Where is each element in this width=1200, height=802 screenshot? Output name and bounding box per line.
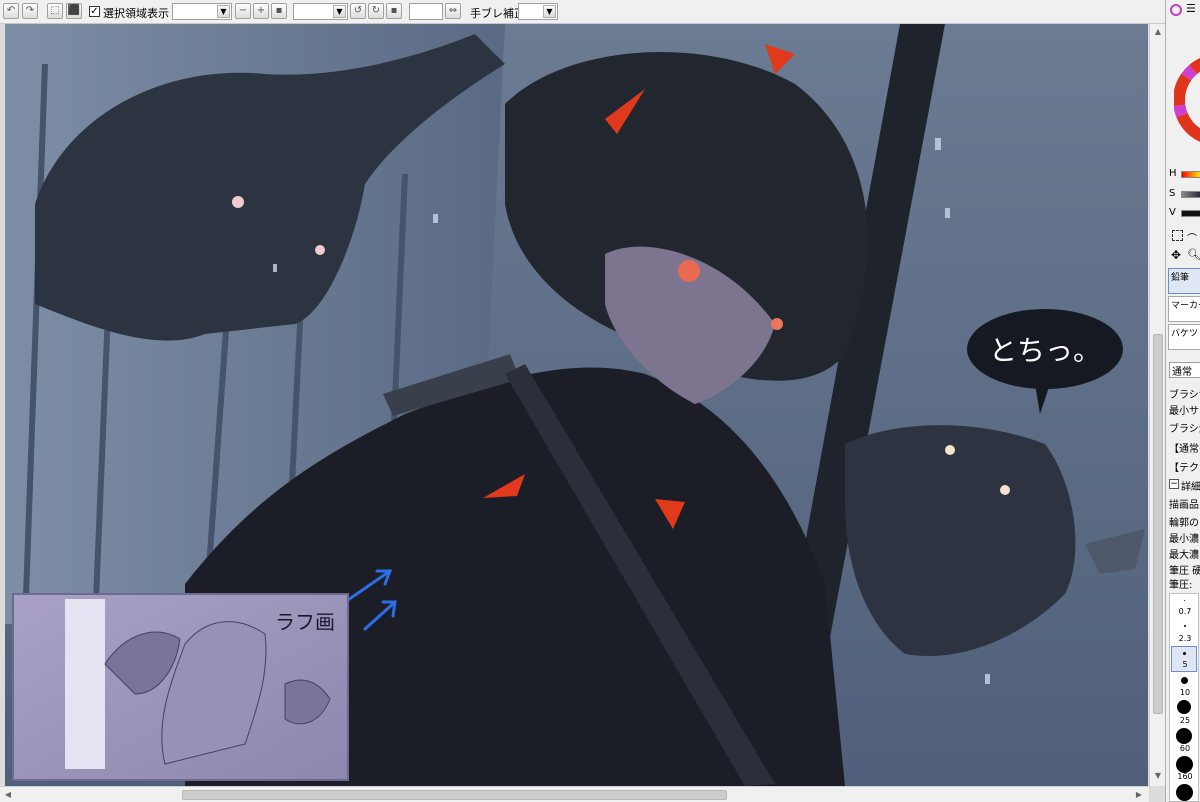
brush-size-item[interactable]: 60 — [1170, 744, 1200, 753]
hue-label: H — [1169, 168, 1177, 179]
flip-icon: ⇔ — [448, 5, 458, 16]
tool-marker[interactable]: マーカー — [1168, 296, 1200, 322]
character-eye — [771, 318, 783, 330]
sketch-thumbnail: ラフ画 — [12, 593, 349, 781]
selection-display-label: 選択領域表示 — [103, 7, 169, 20]
bird-eye — [1000, 485, 1010, 495]
select-rect-icon[interactable] — [1172, 230, 1183, 241]
brush-size-item[interactable]: 10 — [1170, 688, 1200, 697]
collapse-icon[interactable]: − — [1169, 479, 1179, 489]
artwork: とちっ。 ラフ画 — [5, 24, 1148, 786]
hue-slider[interactable] — [1181, 171, 1200, 178]
value-label: V — [1169, 207, 1176, 218]
vertical-scroll-thumb[interactable] — [1153, 334, 1163, 714]
edge-label: 輪郭の — [1169, 518, 1199, 529]
stabilizer-label: 手ブレ補正 — [470, 7, 525, 20]
speech-bubble-text: とちっ。 — [989, 334, 1101, 367]
pressure-label: 筆圧: — [1169, 580, 1193, 591]
details-label: 詳細 — [1181, 482, 1200, 493]
min-size-label: 最小サイ — [1169, 406, 1200, 417]
brush-size-item[interactable]: 160 — [1170, 772, 1200, 781]
invert-icon: ⬛ — [67, 5, 81, 16]
max-density-label: 最大濃 — [1169, 550, 1199, 561]
rotate-reset-button[interactable]: ▪ — [386, 3, 402, 19]
character-eye — [678, 260, 700, 282]
chevron-down-icon: ▼ — [543, 5, 556, 18]
canvas-frame: とちっ。 ラフ画 ▲ ▼ ◀ ▶ — [0, 24, 1165, 802]
brush-size-item[interactable]: 0.7 — [1170, 607, 1200, 616]
drawing-canvas[interactable]: とちっ。 ラフ画 — [5, 24, 1148, 786]
reset-icon: ▪ — [275, 5, 283, 16]
value-slider[interactable] — [1181, 210, 1200, 217]
saturation-slider[interactable] — [1181, 191, 1200, 198]
top-toolbar: ↶ ↷ ⬚ ⬛ ✓ 選択領域表示 ▼ − + ▪ ▼ ↺ ↻ ▪ ⇔ 手ブレ補正… — [0, 0, 1165, 24]
sketch-label: ラフ画 — [275, 610, 335, 634]
chevron-down-icon: ▼ — [333, 5, 346, 18]
scroll-right-icon[interactable]: ▶ — [1133, 789, 1145, 801]
invert-selection-button[interactable]: ⬛ — [66, 3, 82, 19]
angle-field[interactable] — [409, 3, 443, 20]
scroll-up-icon[interactable]: ▲ — [1152, 26, 1164, 38]
color-wheel[interactable] — [1174, 30, 1200, 160]
min-density-label: 最小濃 — [1169, 534, 1199, 545]
dolphin-eye — [315, 245, 325, 255]
rotate-right-button[interactable]: ↻ — [368, 3, 384, 19]
bird-eye — [945, 445, 955, 455]
deselect-icon: ⬚ — [50, 5, 60, 16]
zoom-reset-button[interactable]: ▪ — [271, 3, 287, 19]
brush-size-item[interactable]: 2.3 — [1170, 634, 1200, 643]
brush-density-label: ブラシ濃 — [1169, 424, 1200, 435]
redo-icon: ↷ — [25, 5, 35, 16]
vertical-scrollbar[interactable]: ▲ ▼ — [1149, 24, 1165, 786]
menu-icon[interactable]: ☰ — [1186, 3, 1198, 16]
lasso-icon[interactable]: ⌒ — [1187, 230, 1197, 245]
scroll-left-icon[interactable]: ◀ — [2, 789, 14, 801]
brush-size-label: ブラシサイ — [1169, 390, 1200, 401]
quality-label: 描画品 — [1169, 500, 1199, 511]
rotate-right-icon: ↻ — [371, 5, 381, 16]
tool-bucket[interactable]: バケツ — [1168, 324, 1200, 350]
minus-icon: − — [238, 5, 248, 16]
blend-mode-select[interactable]: 通常 — [1169, 362, 1200, 378]
reset-icon: ▪ — [390, 5, 398, 16]
horizontal-scroll-thumb[interactable] — [182, 790, 727, 800]
scroll-down-icon[interactable]: ▼ — [1152, 770, 1164, 782]
zoom-out-button[interactable]: − — [235, 3, 251, 19]
brush-size-item[interactable]: 25 — [1170, 716, 1200, 725]
color-wheel-icon[interactable] — [1170, 4, 1182, 16]
undo-icon: ↶ — [6, 5, 16, 16]
horizontal-scrollbar[interactable]: ◀ ▶ — [0, 786, 1149, 802]
brush-size-item[interactable]: 5 — [1170, 660, 1200, 669]
pressure-hardness-label: 筆圧 硬 — [1169, 566, 1200, 577]
rotate-left-button[interactable]: ↺ — [350, 3, 366, 19]
undo-button[interactable]: ↶ — [3, 3, 19, 19]
deselect-button[interactable]: ⬚ — [47, 3, 63, 19]
stabilizer-select[interactable]: ▼ — [518, 3, 558, 20]
normal-shape-select[interactable]: 【通常の — [1169, 440, 1200, 455]
plus-icon: + — [256, 5, 266, 16]
chevron-down-icon: ▼ — [217, 5, 230, 18]
move-icon[interactable]: ✥ — [1171, 248, 1181, 262]
flip-button[interactable]: ⇔ — [445, 3, 461, 19]
tool-panel: ☰ H S V ⌒ ✥ 🔍︎ 鉛筆 マーカー バケツ 通常 ブラシサイ 最小サイ… — [1165, 0, 1200, 802]
brush-size-list: 0.7 2.3 5 10 25 60 160 — [1169, 593, 1199, 802]
zoom-icon[interactable]: 🔍︎ — [1187, 248, 1200, 261]
redo-button[interactable]: ↷ — [22, 3, 38, 19]
zoom-select[interactable]: ▼ — [172, 3, 232, 20]
tool-pencil[interactable]: 鉛筆 — [1168, 268, 1200, 294]
saturation-label: S — [1169, 188, 1176, 199]
texture-select[interactable]: 【テクス — [1169, 459, 1200, 474]
rotation-select[interactable]: ▼ — [293, 3, 348, 20]
dolphin-eye — [232, 196, 244, 208]
rotate-left-icon: ↺ — [353, 5, 363, 16]
selection-display-checkbox[interactable]: ✓ — [89, 6, 100, 17]
zoom-in-button[interactable]: + — [253, 3, 269, 19]
